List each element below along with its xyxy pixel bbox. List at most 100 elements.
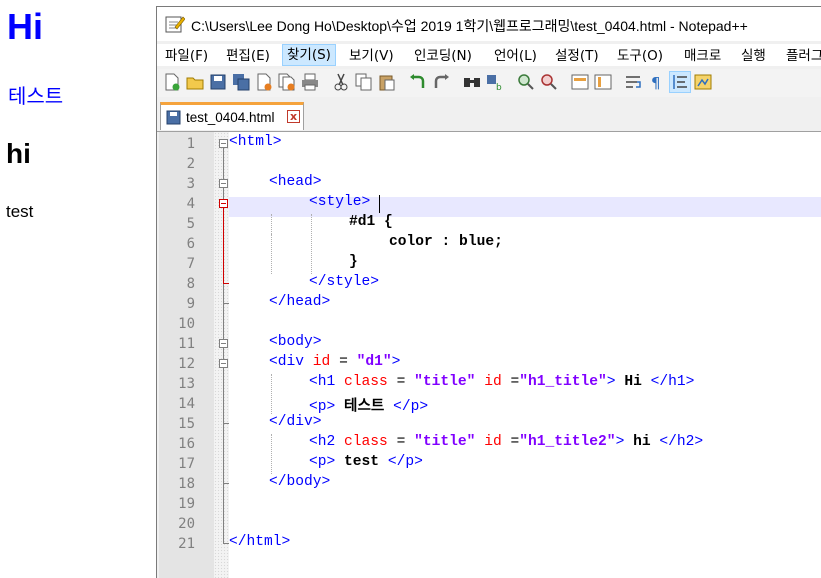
menu-encoding[interactable]: 인코딩(N) — [410, 44, 476, 66]
line-number: 10 — [178, 316, 195, 332]
browser-page: Hi 테스트 hi test — [0, 0, 158, 577]
token-tag: </div> — [269, 414, 322, 430]
token-tag: <body> — [269, 334, 322, 350]
line-number: 15 — [178, 416, 195, 432]
code-line-3: <head> — [269, 174, 322, 194]
new-file-icon[interactable] — [162, 72, 182, 92]
save-icon[interactable] — [208, 72, 228, 92]
fold-toggle-html[interactable] — [219, 139, 228, 148]
toolbar: b ¶ — [157, 69, 821, 97]
sync-vertical-icon[interactable] — [570, 72, 590, 92]
line-number: 17 — [178, 456, 195, 472]
code-line-6: color : blue; — [389, 234, 503, 254]
line-number: 20 — [178, 516, 195, 532]
token-equals: = — [387, 434, 415, 450]
menu-language[interactable]: 언어(L) — [490, 44, 541, 66]
print-icon[interactable] — [300, 72, 320, 92]
svg-text:b: b — [496, 83, 502, 91]
code-line-11: <body> — [269, 334, 322, 354]
fold-toggle-div[interactable] — [219, 359, 228, 368]
page-heading-h2: hi — [6, 138, 31, 169]
zoom-in-icon[interactable] — [516, 72, 536, 92]
zoom-out-icon[interactable] — [539, 72, 559, 92]
token-brace: } — [349, 254, 358, 270]
replace-icon[interactable]: b — [485, 72, 505, 92]
save-all-icon[interactable] — [231, 72, 251, 92]
menu-run[interactable]: 실행 — [737, 44, 770, 66]
cut-icon[interactable] — [331, 72, 351, 92]
token-tag: <h1 — [309, 374, 345, 390]
tab-test-0404[interactable]: test_0404.html x — [160, 102, 304, 130]
token-selector: #d1 { — [349, 214, 393, 230]
token-value: "h1_title2" — [519, 434, 616, 450]
menu-settings[interactable]: 설정(T) — [551, 44, 603, 66]
code-editor[interactable]: 1 2 3 4 5 6 7 8 9 10 11 12 13 14 15 16 1… — [159, 132, 821, 578]
line-number: 21 — [178, 536, 195, 552]
fold-toggle-head[interactable] — [219, 179, 228, 188]
token-value: "d1" — [356, 354, 392, 370]
menu-plugins[interactable]: 플러그인 — [782, 44, 821, 66]
line-number: 5 — [186, 216, 195, 232]
menu-tools[interactable]: 도구(O) — [613, 44, 667, 66]
show-all-chars-icon[interactable]: ¶ — [647, 72, 667, 92]
doc-map-icon[interactable] — [693, 72, 713, 92]
token-tag: <style> — [309, 194, 371, 210]
tab-bar: test_0404.html x — [157, 99, 821, 132]
paste-icon[interactable] — [377, 72, 397, 92]
code-line-17: <p> test </p> — [309, 454, 423, 474]
code-line-7: } — [349, 254, 358, 274]
fold-toggle-style[interactable] — [219, 199, 228, 208]
token-attr: id — [484, 374, 502, 390]
page-paragraph-1: 테스트 — [8, 84, 64, 108]
token-tag: </head> — [269, 294, 331, 310]
menu-edit[interactable]: 편집(E) — [222, 44, 274, 66]
token-tag: </h2> — [659, 434, 704, 450]
token-text: test — [335, 454, 388, 470]
menu-macro[interactable]: 매크로 — [680, 44, 725, 66]
svg-text:¶: ¶ — [651, 74, 661, 91]
tab-label: test_0404.html — [186, 110, 275, 125]
line-number: 14 — [178, 396, 195, 412]
menu-view[interactable]: 보기(V) — [345, 44, 398, 66]
code-line-9: </head> — [269, 294, 330, 314]
token-equals: = — [387, 374, 415, 390]
code-area[interactable]: <html> <head> <style> #d1 { color : blue… — [229, 132, 821, 578]
fold-line-style — [223, 208, 224, 284]
code-line-1: <html> — [229, 134, 282, 154]
close-icon[interactable] — [254, 72, 274, 92]
token-attr: id — [312, 354, 331, 370]
find-icon[interactable] — [462, 72, 482, 92]
copy-icon[interactable] — [354, 72, 374, 92]
line-number: 4 — [186, 196, 195, 212]
token-tag: </h1> — [650, 374, 695, 390]
undo-icon[interactable] — [408, 72, 428, 92]
close-all-icon[interactable] — [277, 72, 297, 92]
indent-guide — [271, 214, 272, 234]
token-tag: </p> — [387, 454, 423, 470]
menu-file[interactable]: 파일(F) — [161, 44, 212, 66]
fold-toggle-body[interactable] — [219, 339, 228, 348]
word-wrap-icon[interactable] — [624, 72, 644, 92]
tab-close-icon[interactable]: x — [287, 110, 300, 123]
line-number: 19 — [178, 496, 195, 512]
title-bar[interactable]: C:\Users\Lee Dong Ho\Desktop\수업 2019 1학기… — [157, 7, 821, 41]
token-attr: id — [484, 434, 502, 450]
sync-horizontal-icon[interactable] — [593, 72, 613, 92]
line-number: 9 — [186, 296, 195, 312]
redo-icon[interactable] — [431, 72, 451, 92]
line-number-gutter: 1 2 3 4 5 6 7 8 9 10 11 12 13 14 15 16 1… — [159, 132, 214, 578]
token-tag: <p> — [309, 454, 336, 470]
line-number: 12 — [178, 356, 195, 372]
code-line-13: <h1 class = "title" id ="h1_title"> Hi <… — [309, 374, 694, 394]
token-attr: class — [344, 374, 388, 390]
line-number: 2 — [186, 156, 195, 172]
token-tag: </style> — [309, 274, 380, 290]
open-file-icon[interactable] — [185, 72, 205, 92]
code-line-5: #d1 { — [349, 214, 393, 234]
page-heading-h1: Hi — [7, 6, 43, 47]
indent-guide-icon[interactable] — [669, 71, 691, 93]
menu-search[interactable]: 찾기(S) — [282, 44, 336, 66]
code-line-4: <style> — [309, 194, 370, 214]
